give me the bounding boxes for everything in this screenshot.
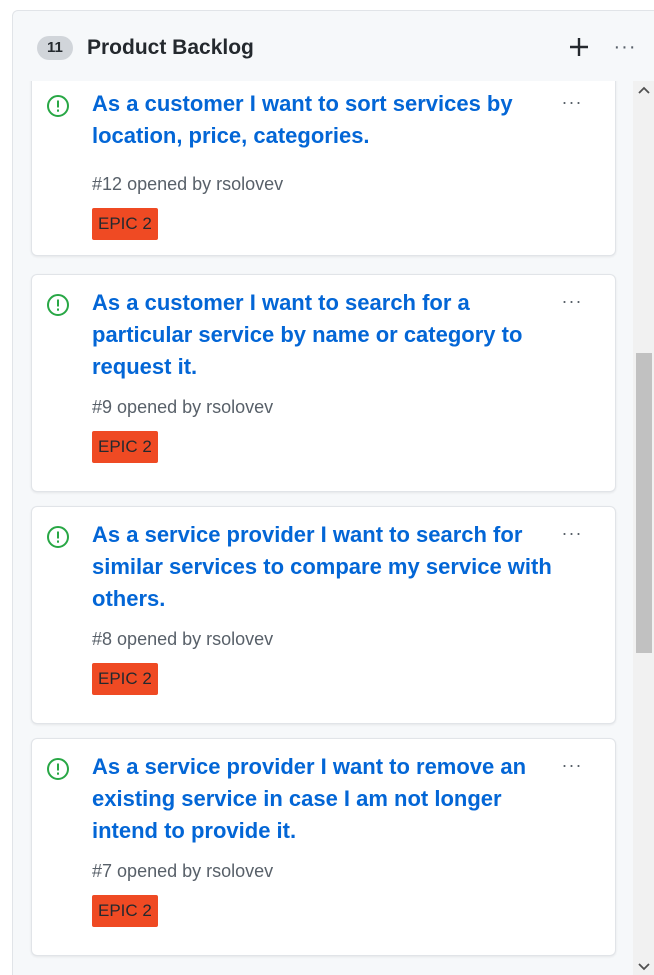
kebab-horizontal-icon: ··· bbox=[561, 92, 583, 112]
issue-number: #8 bbox=[92, 629, 113, 649]
card-menu-button[interactable]: ··· bbox=[554, 88, 590, 116]
cards-list[interactable]: As a customer I want to sort services by… bbox=[13, 81, 633, 975]
issue-card[interactable]: As a service provider I want to remove a… bbox=[31, 738, 616, 956]
epic-label[interactable]: EPIC 2 bbox=[92, 663, 158, 695]
kebab-horizontal-icon: ··· bbox=[613, 36, 637, 58]
open-issue-icon bbox=[47, 526, 69, 548]
issue-title-link[interactable]: As a service provider I want to remove a… bbox=[92, 751, 552, 847]
epic-label[interactable]: EPIC 2 bbox=[92, 895, 158, 927]
issue-meta: #9 opened by rsolovev bbox=[92, 395, 273, 419]
author-link[interactable]: rsolovev bbox=[206, 629, 273, 649]
issue-title-link[interactable]: As a service provider I want to search f… bbox=[92, 519, 552, 615]
issue-number: #9 bbox=[92, 397, 113, 417]
card-menu-button[interactable]: ··· bbox=[554, 287, 590, 315]
author-link[interactable]: rsolovev bbox=[206, 861, 273, 881]
epic-label[interactable]: EPIC 2 bbox=[92, 208, 158, 240]
chevron-down-icon bbox=[638, 963, 650, 971]
add-card-button[interactable] bbox=[561, 29, 597, 65]
opened-by-text: opened by bbox=[117, 629, 202, 649]
epic-label[interactable]: EPIC 2 bbox=[92, 431, 158, 463]
kebab-horizontal-icon: ··· bbox=[561, 291, 583, 311]
issue-card[interactable]: As a customer I want to search for a par… bbox=[31, 274, 616, 492]
column-title: Product Backlog bbox=[87, 36, 254, 59]
plus-icon bbox=[570, 38, 588, 56]
issue-meta: #8 opened by rsolovev bbox=[92, 627, 273, 651]
opened-by-text: opened by bbox=[117, 397, 202, 417]
issue-meta: #7 opened by rsolovev bbox=[92, 859, 273, 883]
opened-by-text: opened by bbox=[127, 174, 212, 194]
card-menu-button[interactable]: ··· bbox=[554, 519, 590, 547]
chevron-up-icon bbox=[638, 86, 650, 94]
vertical-scrollbar[interactable] bbox=[633, 81, 654, 975]
project-column: 11 Product Backlog ··· As a customer I w… bbox=[12, 10, 654, 975]
kebab-horizontal-icon: ··· bbox=[561, 523, 583, 543]
kebab-horizontal-icon: ··· bbox=[561, 755, 583, 775]
issue-title-link[interactable]: As a customer I want to search for a par… bbox=[92, 287, 552, 383]
scroll-up-button[interactable] bbox=[633, 81, 654, 101]
issue-title-link[interactable]: As a customer I want to sort services by… bbox=[92, 88, 552, 152]
issue-card[interactable]: As a customer I want to sort services by… bbox=[31, 81, 616, 256]
issue-meta: #12 opened by rsolovev bbox=[92, 172, 283, 196]
column-menu-button[interactable]: ··· bbox=[607, 29, 643, 65]
author-link[interactable]: rsolovev bbox=[216, 174, 283, 194]
open-issue-icon bbox=[47, 294, 69, 316]
issue-number: #7 bbox=[92, 861, 113, 881]
author-link[interactable]: rsolovev bbox=[206, 397, 273, 417]
issue-card[interactable]: As a service provider I want to search f… bbox=[31, 506, 616, 724]
scroll-down-button[interactable] bbox=[633, 956, 654, 975]
open-issue-icon bbox=[47, 95, 69, 117]
scrollbar-thumb[interactable] bbox=[636, 353, 652, 653]
open-issue-icon bbox=[47, 758, 69, 780]
card-count-badge: 11 bbox=[37, 36, 73, 60]
issue-number: #12 bbox=[92, 174, 123, 194]
card-menu-button[interactable]: ··· bbox=[554, 751, 590, 779]
column-header: 11 Product Backlog ··· bbox=[13, 11, 654, 81]
opened-by-text: opened by bbox=[117, 861, 202, 881]
